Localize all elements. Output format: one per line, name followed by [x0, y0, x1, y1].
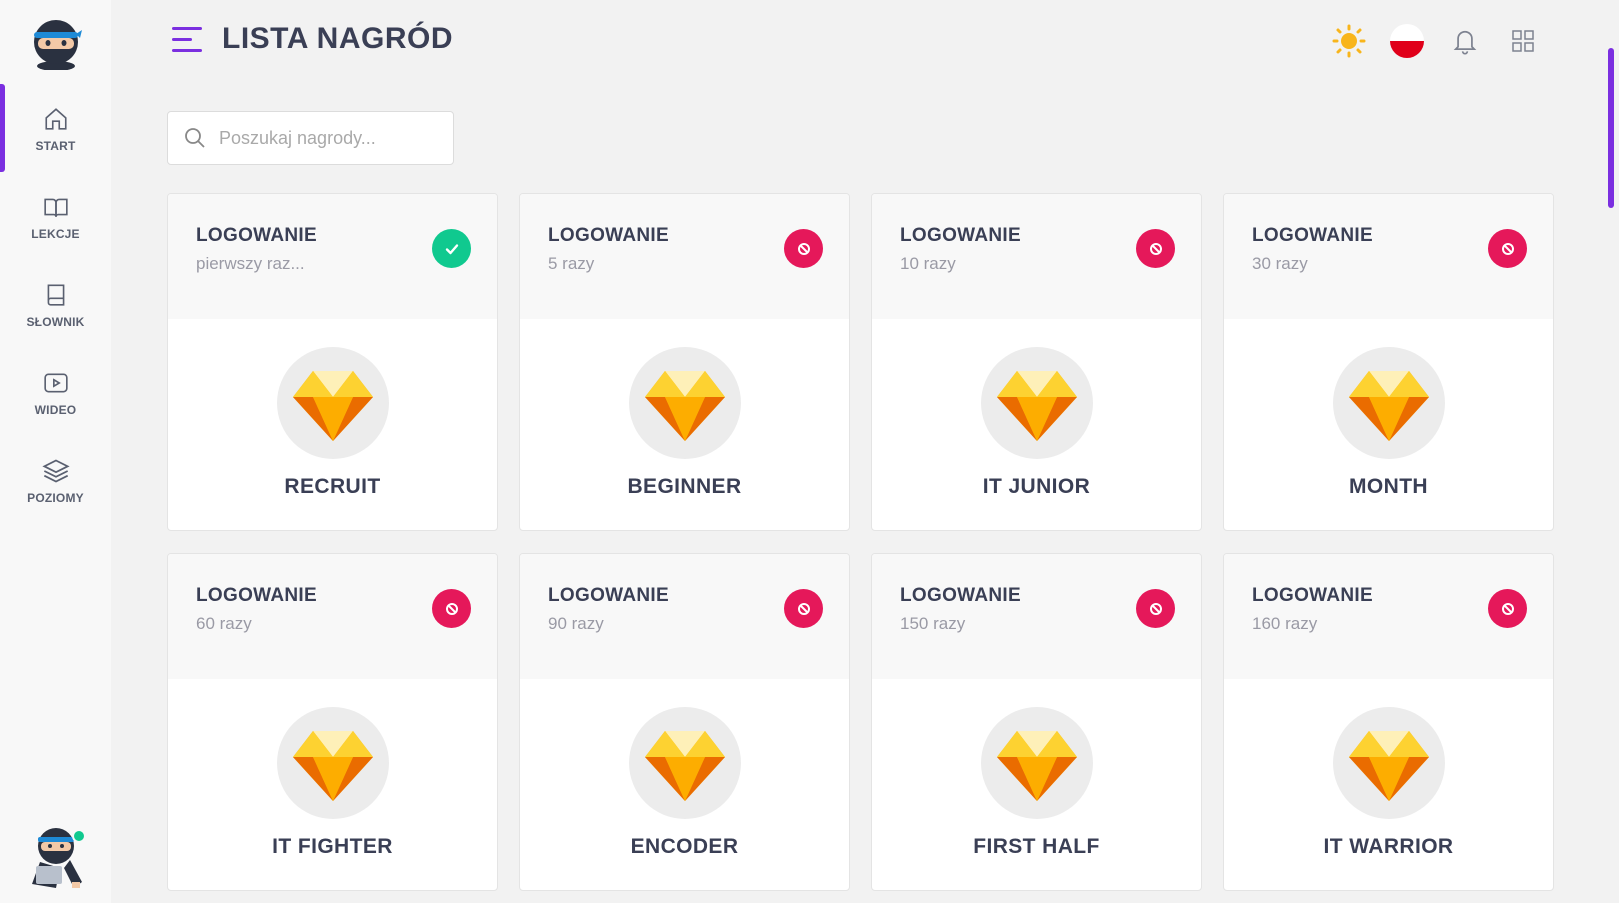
- reward-card[interactable]: LOGOWANIE pierwszy raz... RECRUIT: [167, 193, 498, 531]
- reward-name: BEGINNER: [627, 475, 742, 498]
- diamond-badge-icon: [277, 347, 389, 459]
- reward-category: LOGOWANIE: [900, 225, 1021, 246]
- diamond-badge-icon: [277, 707, 389, 819]
- sidebar-item-poziomy[interactable]: POZIOMY: [0, 440, 111, 520]
- reward-name: IT WARRIOR: [1323, 835, 1454, 858]
- menu-icon[interactable]: [172, 26, 202, 54]
- unlocked-check-icon: [432, 229, 471, 268]
- search-icon: [183, 126, 207, 150]
- scrollbar-thumb[interactable]: [1608, 48, 1614, 208]
- reward-condition: 60 razy: [196, 614, 252, 633]
- reward-name: MONTH: [1349, 475, 1428, 498]
- reward-category: LOGOWANIE: [548, 585, 669, 606]
- reward-condition: 150 razy: [900, 614, 966, 633]
- reward-name: IT FIGHTER: [272, 835, 393, 858]
- locked-ban-icon: [1488, 589, 1527, 628]
- reward-card[interactable]: LOGOWANIE 90 razy ENCODER: [519, 553, 850, 891]
- reward-condition: 30 razy: [1252, 254, 1308, 273]
- sidebar-item-lekcje[interactable]: LEKCJE: [0, 176, 111, 256]
- diamond-badge-icon: [1333, 707, 1445, 819]
- locked-ban-icon: [432, 589, 471, 628]
- reward-name: ENCODER: [630, 835, 739, 858]
- locked-ban-icon: [1136, 589, 1175, 628]
- page-title: LISTA NAGRÓD: [222, 22, 453, 55]
- reward-card[interactable]: LOGOWANIE 160 razy IT WARRIOR: [1223, 553, 1554, 891]
- reward-category: LOGOWANIE: [900, 585, 1021, 606]
- locked-ban-icon: [784, 229, 823, 268]
- online-status-dot: [72, 829, 86, 843]
- home-icon: [41, 104, 71, 134]
- reward-category: LOGOWANIE: [196, 225, 317, 246]
- locked-ban-icon: [1136, 229, 1175, 268]
- reward-condition: 160 razy: [1252, 614, 1318, 633]
- reward-condition: 90 razy: [548, 614, 604, 633]
- sidebar-item-label: START: [35, 138, 76, 153]
- diamond-badge-icon: [981, 707, 1093, 819]
- locked-ban-icon: [784, 589, 823, 628]
- reward-category: LOGOWANIE: [196, 585, 317, 606]
- flag-pl-icon[interactable]: [1390, 24, 1424, 58]
- reward-condition: pierwszy raz...: [196, 254, 305, 273]
- reward-card[interactable]: LOGOWANIE 10 razy IT JUNIOR: [871, 193, 1202, 531]
- locked-ban-icon: [1488, 229, 1527, 268]
- book-icon: [41, 280, 71, 310]
- reward-name: IT JUNIOR: [982, 475, 1091, 498]
- reward-name: RECRUIT: [284, 475, 381, 498]
- video-icon: [41, 368, 71, 398]
- reward-card[interactable]: LOGOWANIE 30 razy MONTH: [1223, 193, 1554, 531]
- reward-category: LOGOWANIE: [1252, 225, 1373, 246]
- reward-name: FIRST HALF: [973, 835, 1100, 858]
- rewards-grid: LOGOWANIE pierwszy raz... RECRUIT LOGOWANIE…: [167, 193, 1554, 893]
- sun-icon[interactable]: [1332, 24, 1366, 58]
- diamond-badge-icon: [629, 707, 741, 819]
- diamond-badge-icon: [1333, 347, 1445, 459]
- sidebar: START LEKCJE SŁOWNIK WIDEO POZIOMY: [0, 0, 111, 903]
- reward-category: LOGOWANIE: [1252, 585, 1373, 606]
- sidebar-item-label: LEKCJE: [31, 226, 80, 241]
- book-open-icon: [41, 192, 71, 222]
- ninja-logo[interactable]: [30, 16, 82, 70]
- reward-condition: 5 razy: [548, 254, 595, 273]
- reward-card[interactable]: LOGOWANIE 60 razy IT FIGHTER: [167, 553, 498, 891]
- reward-category: LOGOWANIE: [548, 225, 669, 246]
- diamond-badge-icon: [629, 347, 741, 459]
- reward-card[interactable]: LOGOWANIE 150 razy FIRST HALF: [871, 553, 1202, 891]
- sidebar-item-wideo[interactable]: WIDEO: [0, 352, 111, 432]
- sidebar-item-label: WIDEO: [34, 402, 77, 417]
- sidebar-item-start[interactable]: START: [0, 84, 111, 172]
- grid-apps-icon[interactable]: [1506, 24, 1540, 58]
- layers-icon: [41, 456, 71, 486]
- sidebar-item-label: POZIOMY: [27, 490, 84, 505]
- diamond-badge-icon: [981, 347, 1093, 459]
- reward-condition: 10 razy: [900, 254, 956, 273]
- sidebar-item-slownik[interactable]: SŁOWNIK: [0, 264, 111, 344]
- sidebar-item-label: SŁOWNIK: [26, 314, 85, 329]
- reward-card[interactable]: LOGOWANIE 5 razy BEGINNER: [519, 193, 850, 531]
- search-input[interactable]: [219, 127, 439, 149]
- search-box[interactable]: [167, 111, 454, 165]
- bell-icon[interactable]: [1448, 24, 1482, 58]
